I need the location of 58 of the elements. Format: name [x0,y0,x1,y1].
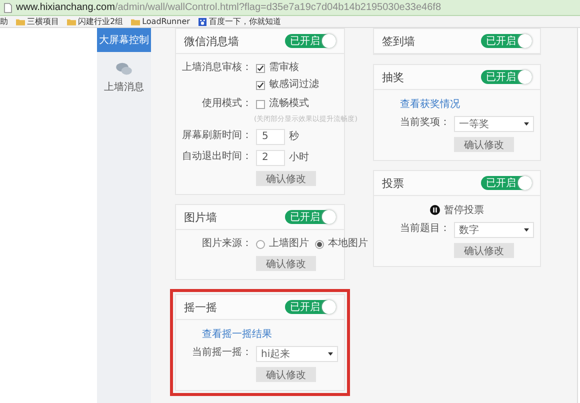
chat-bubbles-icon [115,62,133,76]
bookmark-link[interactable]: 助 [0,16,8,26]
radio-label: 上墙图片 [269,237,309,251]
card-title: 微信消息墙 [184,34,239,48]
field-label: 自动退出时间： [182,150,252,164]
pause-label: 暂停投票 [444,204,484,217]
number-field[interactable]: 2 [256,150,285,166]
unit-label: 小时 [289,150,309,165]
unit-label: 秒 [289,130,299,144]
select-field[interactable]: 数字 [454,222,534,238]
checkbox[interactable] [256,64,265,72]
pause-icon[interactable] [430,205,440,215]
sidebar-item[interactable]: 大屏幕控制 [97,28,151,52]
link[interactable]: 查看摇一摇结果 [182,327,272,341]
bookmark-link[interactable]: 闪建行业2组 [78,16,124,26]
bookmark-link[interactable]: 百度一下，你就知道 [208,16,281,26]
field-label: 当前奖项： [399,116,450,130]
card-title: 投票 [382,176,404,190]
page-icon [4,2,12,12]
caret-icon [524,122,529,126]
toggle-switch[interactable]: 已开启 [285,300,336,314]
confirm-button[interactable]: 确认修改 [454,137,514,152]
confirm-button[interactable]: 确认修改 [256,367,316,382]
checkbox-label: 需审核 [269,61,299,75]
field-label: 当前题目： [399,222,450,236]
toggle-switch[interactable]: 已开启 [481,34,532,48]
select-field[interactable]: hi起来 [256,346,338,362]
caret-icon [524,228,529,232]
toggle-switch[interactable]: 已开启 [285,34,336,48]
field-label: 图片来源： [201,237,252,251]
card-title: 图片墙 [184,210,217,224]
number-field[interactable]: 5 [256,129,285,145]
radio-label: 本地图片 [328,237,368,251]
card-title: 签到墙 [382,34,415,48]
confirm-button[interactable]: 确认修改 [454,243,514,258]
card-title: 摇一摇 [184,300,217,314]
field-label: 使用模式： [201,97,252,111]
confirm-button[interactable]: 确认修改 [256,171,316,186]
bookmark-link[interactable]: LoadRunner [142,16,190,26]
link[interactable]: 查看获奖情况 [380,97,460,111]
toggle-switch[interactable]: 已开启 [481,176,532,190]
checkbox-label: 敏感词过滤 [269,78,319,92]
toggle-switch[interactable]: 已开启 [285,210,336,224]
checkbox-label: 流畅模式 [269,97,309,111]
confirm-button[interactable]: 确认修改 [256,256,316,271]
checkbox[interactable] [256,80,265,90]
toggle-switch[interactable]: 已开启 [481,70,532,84]
radio-button[interactable] [315,240,324,248]
checkbox[interactable] [256,100,265,108]
bookmark-link[interactable]: 三横项目 [27,16,59,26]
radio-button[interactable] [256,240,265,248]
sidebar-item[interactable]: 上墙消息 [97,52,151,99]
select-field[interactable]: 一等奖 [454,116,534,132]
field-label: 当前摇一摇： [191,346,252,360]
field-label: 屏幕刷新时间： [182,129,252,143]
card-title: 抽奖 [382,70,404,84]
caret-icon [328,352,333,356]
field-label: 上墙消息审核： [182,61,252,75]
